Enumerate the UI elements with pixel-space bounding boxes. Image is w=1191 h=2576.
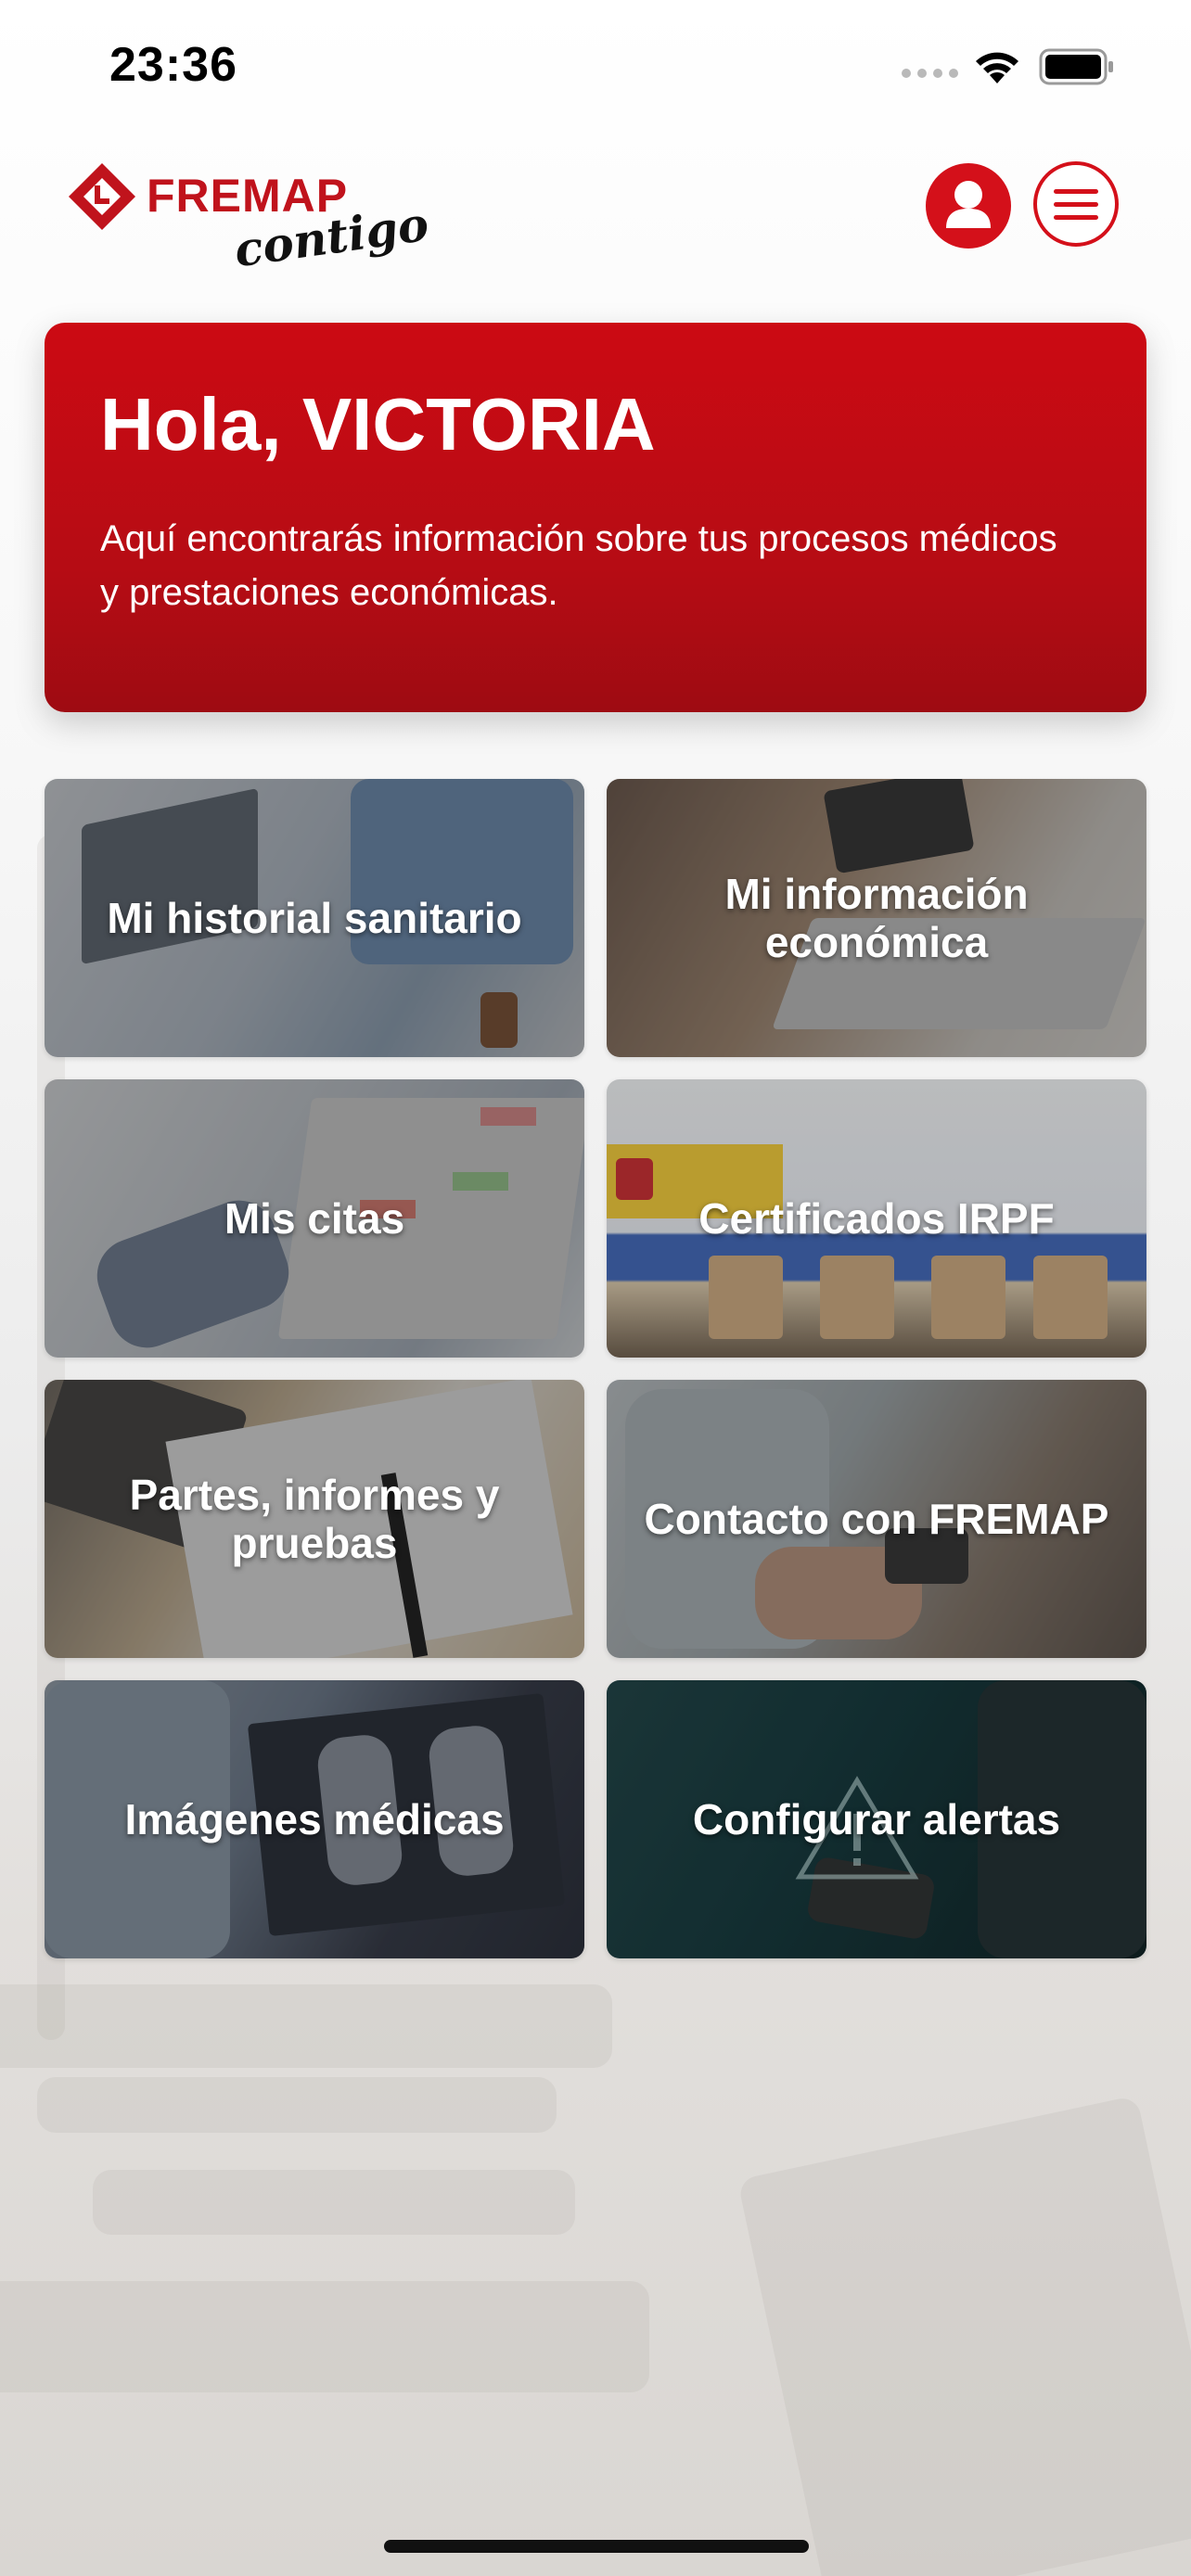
welcome-card: Hola, VICTORIA Aquí encontrarás informac…: [45, 323, 1146, 712]
user-icon: [946, 181, 991, 228]
tile-mi-informacion-economica[interactable]: Mi información económica: [607, 779, 1146, 1057]
tile-label: Certificados IRPF: [698, 1194, 1055, 1243]
menu-button[interactable]: [1033, 161, 1119, 247]
status-time: 23:36: [109, 38, 237, 92]
tile-label: Partes, informes y pruebas: [129, 1471, 500, 1567]
welcome-description: Aquí encontrarás información sobre tus p…: [100, 518, 1057, 613]
battery-icon: [1039, 48, 1113, 85]
tile-contacto-con-fremap[interactable]: Contacto con FREMAP: [607, 1380, 1146, 1658]
tile-label: Configurar alertas: [692, 1795, 1061, 1843]
fremap-logo-icon: [69, 163, 135, 230]
cellular-signal-icon: [902, 69, 958, 78]
home-indicator[interactable]: [384, 2540, 809, 2553]
user-profile-button[interactable]: [926, 163, 1011, 249]
tile-label: Mis citas: [224, 1194, 405, 1243]
status-bar: 23:36: [0, 0, 1191, 130]
tile-configurar-alertas[interactable]: Configurar alertas: [607, 1680, 1146, 1958]
tile-label: Imágenes médicas: [124, 1795, 505, 1843]
welcome-title: Hola, VICTORIA: [100, 383, 656, 465]
tile-mis-citas[interactable]: Mis citas: [45, 1079, 584, 1358]
wifi-icon: [976, 52, 1018, 83]
tile-label: Contacto con FREMAP: [644, 1495, 1109, 1543]
tile-partes-informes-pruebas[interactable]: Partes, informes y pruebas: [45, 1380, 584, 1658]
tile-imagenes-medicas[interactable]: Imágenes médicas: [45, 1680, 584, 1958]
tile-certificados-irpf[interactable]: Certificados IRPF: [607, 1079, 1146, 1358]
tile-label: Mi información económica: [724, 870, 1029, 966]
fremap-logo: FREMAP contigo: [67, 156, 432, 277]
tile-mi-historial-sanitario[interactable]: Mi historial sanitario: [45, 779, 584, 1057]
tile-label: Mi historial sanitario: [107, 894, 522, 942]
